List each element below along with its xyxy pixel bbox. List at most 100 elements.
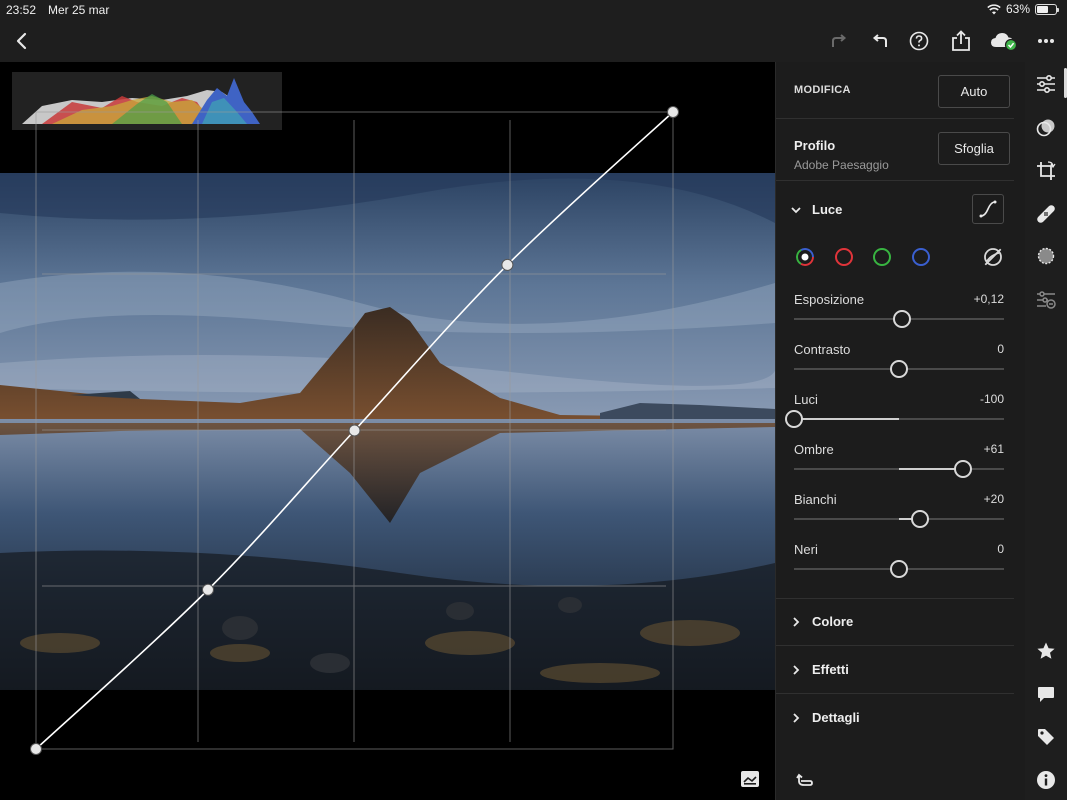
selective-tool-button[interactable]	[1034, 288, 1058, 312]
slider-track[interactable]	[785, 410, 1004, 428]
back-button[interactable]	[8, 27, 36, 55]
curve-point[interactable]	[30, 743, 42, 755]
slider-thumb[interactable]	[890, 560, 908, 578]
slider-label: Esposizione	[794, 292, 865, 307]
undo-button[interactable]	[866, 27, 894, 55]
slider-track[interactable]	[794, 560, 1004, 578]
slider-label: Bianchi	[794, 492, 837, 507]
slider-track[interactable]	[794, 310, 1004, 328]
selective-icon	[1037, 291, 1056, 309]
edit-tool-button[interactable]	[1034, 72, 1058, 96]
tag-button[interactable]	[1034, 725, 1058, 749]
comment-button[interactable]	[1034, 682, 1058, 706]
group-effetti-toggle[interactable]: Effetti	[790, 662, 849, 677]
light-section-toggle[interactable]: Luce	[790, 202, 842, 217]
slider-track[interactable]	[794, 460, 1004, 478]
presets-icon	[1036, 119, 1055, 137]
help-button[interactable]	[905, 27, 933, 55]
presets-tool-button[interactable]	[1034, 116, 1058, 140]
curve-point[interactable]	[667, 106, 679, 118]
share-icon	[952, 30, 970, 51]
green-channel-icon[interactable]	[873, 248, 891, 266]
slider-thumb[interactable]	[892, 310, 911, 328]
slider-value: 0	[997, 542, 1004, 556]
blue-channel-icon[interactable]	[912, 248, 930, 266]
chevron-down-icon	[791, 206, 801, 213]
reset-button[interactable]	[794, 771, 816, 791]
healing-icon	[1037, 205, 1055, 223]
slider-thumb[interactable]	[890, 360, 908, 378]
group-colore-toggle[interactable]: Colore	[790, 614, 853, 629]
red-channel-icon[interactable]	[835, 248, 853, 266]
curve-channel-selector	[794, 246, 1009, 268]
profile-title: Profilo	[794, 138, 836, 153]
share-button[interactable]	[947, 27, 975, 55]
help-icon	[909, 31, 929, 51]
status-date: Mer 25 mar	[48, 3, 110, 17]
divider	[776, 693, 1014, 694]
tone-curve-button[interactable]	[972, 194, 1004, 224]
slider-ombre: Ombre +61	[794, 442, 1004, 486]
chevron-right-icon	[793, 712, 800, 723]
rating-button[interactable]	[1034, 639, 1058, 663]
slider-value: -100	[979, 392, 1004, 406]
rgb-channel-icon[interactable]	[796, 248, 814, 266]
slider-fill	[794, 418, 899, 420]
profile-value: Adobe Paesaggio	[794, 158, 889, 172]
crop-tool-button[interactable]	[1034, 159, 1058, 183]
more-button[interactable]	[1032, 27, 1060, 55]
auto-button[interactable]: Auto	[938, 75, 1010, 108]
masking-icon	[1037, 247, 1055, 265]
light-section-title: Luce	[812, 202, 843, 217]
divider	[776, 118, 1014, 119]
slider-thumb[interactable]	[785, 410, 803, 428]
slider-luci: Luci -100	[785, 392, 1004, 436]
cloud-sync-button[interactable]	[988, 27, 1020, 55]
back-icon	[16, 32, 27, 50]
tone-curve-icon	[979, 200, 997, 218]
battery-icon	[1035, 3, 1059, 15]
crop-icon	[1037, 161, 1056, 180]
browse-profile-button[interactable]: Sfoglia	[938, 132, 1010, 165]
group-dettagli-toggle[interactable]: Dettagli	[790, 710, 860, 725]
reset-icon	[796, 773, 813, 786]
compare-icon[interactable]	[740, 770, 760, 788]
slider-value: 0	[997, 342, 1004, 356]
info-button[interactable]	[1034, 768, 1058, 792]
battery-percent: 63%	[1005, 2, 1030, 16]
star-icon	[1037, 642, 1055, 659]
curve-point[interactable]	[501, 258, 514, 271]
cloud-sync-icon	[991, 33, 1018, 51]
slider-value: +20	[983, 492, 1004, 506]
healing-tool-button[interactable]	[1034, 202, 1058, 226]
slider-bianchi: Bianchi +20	[794, 492, 1004, 536]
comment-icon	[1038, 687, 1054, 702]
chevron-right-icon	[793, 616, 800, 627]
group-title: Effetti	[812, 662, 849, 677]
masking-tool-button[interactable]	[1034, 244, 1058, 268]
curve-point[interactable]	[348, 424, 361, 437]
divider	[776, 645, 1014, 646]
top-toolbar	[0, 20, 1067, 62]
photo-canvas[interactable]	[0, 62, 775, 800]
panel-header: MODIFICA	[794, 84, 851, 96]
tag-icon	[1038, 729, 1054, 745]
target-adjust-icon[interactable]	[982, 246, 1004, 268]
slider-thumb[interactable]	[911, 510, 929, 528]
slider-value: +0,12	[973, 292, 1004, 306]
slider-track[interactable]	[794, 510, 1004, 528]
status-right: 63%	[987, 2, 1059, 16]
more-icon	[1038, 39, 1054, 43]
slider-track[interactable]	[794, 360, 1004, 378]
redo-button[interactable]	[825, 27, 853, 55]
divider	[776, 598, 1014, 599]
group-title: Dettagli	[812, 710, 860, 725]
wifi-icon	[987, 3, 1001, 14]
slider-thumb[interactable]	[954, 460, 973, 478]
status-time: 23:52	[6, 3, 37, 17]
curve-point[interactable]	[201, 583, 214, 596]
tone-curve[interactable]	[0, 62, 775, 800]
group-title: Colore	[812, 614, 854, 629]
slider-contrasto: Contrasto 0	[794, 342, 1004, 386]
slider-label: Luci	[794, 392, 818, 407]
